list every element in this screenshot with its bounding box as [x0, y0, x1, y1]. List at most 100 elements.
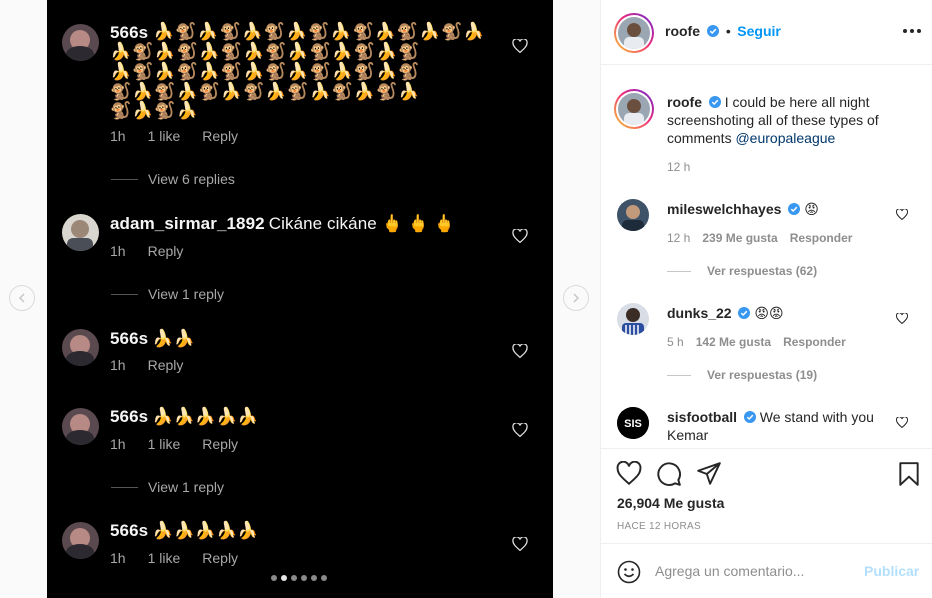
- like-comment-heart-icon[interactable]: [896, 313, 908, 324]
- verified-badge-icon: [743, 411, 756, 423]
- comment-username: 566s 🍌🍌🍌🍌🍌: [110, 407, 259, 426]
- commenter-avatar: [62, 408, 99, 445]
- like-heart-icon[interactable]: [616, 461, 642, 487]
- comment-text: 😡: [804, 201, 819, 217]
- comment-text: 🍌🍌🍌🍌🍌: [152, 521, 259, 540]
- next-arrow-button[interactable]: [563, 285, 589, 311]
- comment-likes[interactable]: 239 Me gusta: [702, 231, 777, 245]
- emoji-line: 🍌🐒🍌🐒🍌🐒🍌🐒🍌🐒🍌🐒🍌🐒🍌: [153, 22, 486, 41]
- commenter-avatar[interactable]: [617, 303, 649, 335]
- sidebar-comment: mileswelchhayes 😡: [667, 200, 887, 218]
- commenter-avatar: [62, 24, 99, 61]
- post-sidebar: roofe • Seguir roofe I could be here all…: [600, 0, 932, 598]
- commenter-avatar: [62, 214, 99, 251]
- post-timestamp: HACE 12 HORAS: [617, 521, 701, 532]
- comment-text: 😡😡: [754, 305, 784, 321]
- more-options-icon[interactable]: [903, 29, 921, 33]
- comment-input[interactable]: [655, 558, 855, 584]
- chevron-left-icon: [18, 293, 25, 303]
- comment-likes: 1 like: [147, 550, 181, 566]
- comment-time: 1h: [110, 550, 126, 566]
- author-line: roofe • Seguir: [665, 23, 781, 41]
- author-avatar[interactable]: [614, 89, 654, 129]
- verified-badge-icon: [738, 307, 751, 319]
- comment-meta: 1h 1 like Reply: [110, 436, 238, 452]
- commenter-avatar[interactable]: SIS: [617, 407, 649, 439]
- comment-username: 566s 🍌🍌: [110, 329, 195, 348]
- previous-arrow-button[interactable]: [9, 285, 35, 311]
- comment-reply-link: Reply: [147, 357, 184, 373]
- comment-username[interactable]: mileswelchhayes: [667, 201, 781, 217]
- comment-time: 1h: [110, 243, 126, 259]
- heart-icon: [512, 229, 528, 243]
- heart-icon: [512, 39, 528, 53]
- verified-badge-icon: [788, 203, 801, 215]
- comment-reply-link: Reply: [202, 550, 239, 566]
- comment-text: 🍌🍌: [152, 329, 195, 348]
- reply-button[interactable]: Responder: [783, 335, 846, 349]
- emoji-line: 🍌🐒🍌🐒🍌🐒🍌🐒🍌🐒🍌🐒🍌🐒: [110, 62, 421, 81]
- instagram-post-view: 566s 🍌🐒🍌🐒🍌🐒🍌🐒🍌🐒🍌🐒🍌🐒🍌 🍌🐒🍌🐒🍌🐒🍌🐒🍌🐒🍌🐒🍌🐒 🍌🐒🍌🐒…: [0, 0, 932, 598]
- view-replies-button[interactable]: Ver respuestas (62): [667, 264, 817, 278]
- add-comment-bar: Publicar: [601, 543, 932, 598]
- view-replies-button[interactable]: Ver respuestas (19): [667, 368, 817, 382]
- carousel-dot: [271, 575, 277, 581]
- reply-button[interactable]: Responder: [790, 231, 853, 245]
- post-caption: roofe I could be here all night screensh…: [667, 93, 907, 147]
- author-username[interactable]: roofe: [665, 23, 700, 39]
- comment-reply-link: Reply: [202, 128, 239, 144]
- post-media-image: 566s 🍌🐒🍌🐒🍌🐒🍌🐒🍌🐒🍌🐒🍌🐒🍌 🍌🐒🍌🐒🍌🐒🍌🐒🍌🐒🍌🐒🍌🐒 🍌🐒🍌🐒…: [47, 0, 553, 598]
- carousel-dot: [321, 575, 327, 581]
- view-replies-link: View 1 reply: [111, 286, 224, 302]
- view-replies-link: View 6 replies: [111, 171, 235, 187]
- heart-icon: [512, 344, 528, 358]
- publish-button[interactable]: Publicar: [864, 563, 919, 579]
- comment-time: 1h: [110, 436, 126, 452]
- post-header: roofe • Seguir: [601, 0, 932, 65]
- comment-username: adam_sirmar_1892 Cikáne cikáne 🖕 🖕 🖕: [110, 214, 456, 233]
- share-paper-plane-icon[interactable]: [696, 461, 722, 487]
- verified-badge-icon: [707, 25, 720, 37]
- sidebar-comment: dunks_22 😡😡: [667, 304, 887, 322]
- comment-meta: 1h Reply: [110, 243, 183, 259]
- carousel-dot: [301, 575, 307, 581]
- verified-badge-icon: [708, 96, 721, 108]
- caption-time: 12 h: [667, 160, 691, 174]
- comment-time: 1h: [110, 357, 126, 373]
- separator-dot: •: [725, 23, 731, 39]
- comment-reply-link: Reply: [202, 436, 239, 452]
- emoji-line: 🐒🍌🐒🍌🐒🍌🐒🍌🐒🍌🐒🍌🐒🍌: [110, 82, 421, 101]
- carousel-indicator: [271, 575, 327, 581]
- comment-meta: 1h Reply: [110, 357, 183, 373]
- comment-time: 5 h: [667, 335, 684, 349]
- comment-meta: 12 h 239 Me gusta Responder: [667, 231, 852, 245]
- caption-username[interactable]: roofe: [667, 94, 702, 110]
- comment-bubble-icon[interactable]: [656, 461, 682, 487]
- comment-likes[interactable]: 142 Me gusta: [696, 335, 771, 349]
- chevron-right-icon: [573, 293, 580, 303]
- comment-username[interactable]: dunks_22: [667, 305, 732, 321]
- like-comment-heart-icon[interactable]: [896, 209, 908, 220]
- carousel-dot: [291, 575, 297, 581]
- comment-likes: 1 like: [147, 436, 181, 452]
- like-count[interactable]: 26,904 Me gusta: [617, 495, 724, 511]
- follow-button[interactable]: Seguir: [737, 23, 781, 39]
- comment-text: Cikáne cikáne 🖕 🖕 🖕: [268, 214, 456, 233]
- comment-username: 566s 🍌🍌🍌🍌🍌: [110, 521, 259, 540]
- comment-time: 12 h: [667, 231, 691, 245]
- commenter-avatar[interactable]: [617, 199, 649, 231]
- emoji-smiley-icon[interactable]: [617, 560, 641, 584]
- like-comment-heart-icon[interactable]: [896, 417, 908, 428]
- emoji-line: 🍌🐒🍌🐒🍌🐒🍌🐒🍌🐒🍌🐒🍌🐒: [110, 42, 421, 61]
- caption-meta: 12 h: [667, 160, 690, 174]
- comment-username[interactable]: sisfootball: [667, 409, 737, 425]
- save-bookmark-icon[interactable]: [896, 461, 922, 487]
- caption-mention-link[interactable]: @europaleague: [735, 130, 835, 146]
- view-replies-link: View 1 reply: [111, 479, 224, 495]
- post-actions: 26,904 Me gusta HACE 12 HORAS Publicar: [601, 448, 932, 598]
- sidebar-comment: sisfootball We stand with you Kemar: [667, 408, 887, 444]
- commenter-avatar: [62, 522, 99, 559]
- svg-text:SIS: SIS: [624, 418, 642, 430]
- author-avatar[interactable]: [614, 13, 654, 53]
- comment-likes: 1 like: [147, 128, 181, 144]
